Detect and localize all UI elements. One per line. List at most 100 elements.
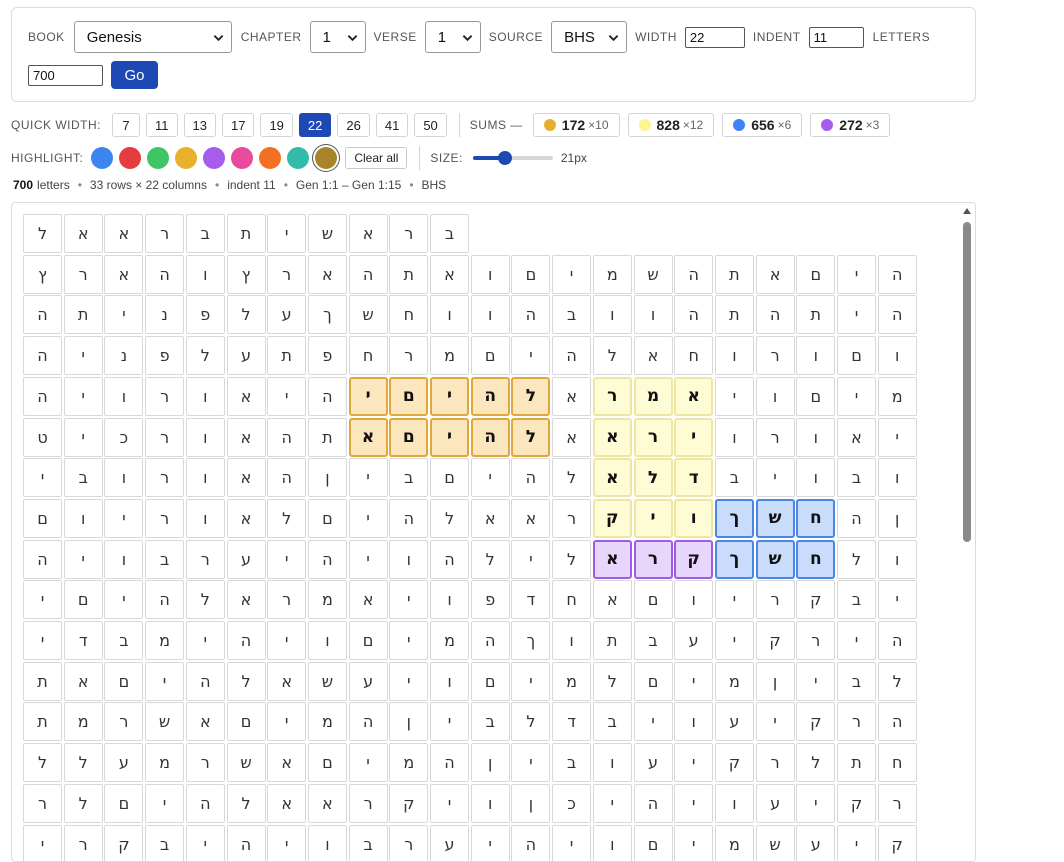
grid-cell[interactable]: ר	[145, 418, 184, 457]
grid-cell[interactable]: מ	[430, 621, 469, 660]
quick-width-button-7[interactable]: 7	[112, 113, 140, 137]
grid-cell[interactable]: א	[593, 458, 632, 497]
grid-cell[interactable]: מ	[64, 702, 103, 741]
grid-cell[interactable]: ק	[715, 743, 754, 782]
grid-cell[interactable]: ם	[634, 580, 673, 619]
grid-cell[interactable]: ר	[145, 214, 184, 253]
grid-cell[interactable]: ל	[593, 336, 632, 375]
grid-cell[interactable]: י	[267, 702, 306, 741]
grid-cell[interactable]: ד	[674, 458, 713, 497]
grid-cell[interactable]: ה	[227, 621, 266, 660]
grid-cell[interactable]: ו	[186, 418, 225, 457]
grid-cell[interactable]: י	[23, 458, 62, 497]
grid-cell[interactable]: ו	[715, 418, 754, 457]
grid-cell[interactable]: י	[552, 255, 591, 294]
grid-cell[interactable]: ק	[796, 580, 835, 619]
grid-cell[interactable]: ם	[430, 458, 469, 497]
grid-cell[interactable]: ל	[593, 662, 632, 701]
grid-cell[interactable]: ו	[471, 784, 510, 823]
quick-width-button-41[interactable]: 41	[376, 113, 408, 137]
grid-cell[interactable]: י	[878, 580, 917, 619]
grid-cell[interactable]: ל	[186, 336, 225, 375]
grid-cell[interactable]: ה	[878, 295, 917, 334]
quick-width-button-26[interactable]: 26	[337, 113, 369, 137]
grid-cell[interactable]: ם	[634, 825, 673, 862]
highlight-color-swatch[interactable]	[175, 147, 197, 169]
grid-cell[interactable]: ם	[634, 662, 673, 701]
grid-cell[interactable]: ו	[796, 336, 835, 375]
grid-cell[interactable]: ר	[878, 784, 917, 823]
grid-cell[interactable]: ת	[837, 743, 876, 782]
grid-cell[interactable]: ב	[64, 458, 103, 497]
grid-cell[interactable]: פ	[145, 336, 184, 375]
grid-cell[interactable]: י	[267, 540, 306, 579]
grid-cell[interactable]: א	[349, 418, 388, 457]
quick-width-button-19[interactable]: 19	[260, 113, 292, 137]
sum-button[interactable]: 656×6	[722, 113, 802, 137]
grid-cell[interactable]: ה	[674, 255, 713, 294]
grid-cell[interactable]: ל	[430, 499, 469, 538]
grid-cell[interactable]: ר	[756, 743, 795, 782]
grid-cell[interactable]: ש	[756, 540, 795, 579]
grid-cell[interactable]: ה	[23, 295, 62, 334]
grid-cell[interactable]: ה	[308, 540, 347, 579]
grid-cell[interactable]: י	[552, 825, 591, 862]
grid-cell[interactable]: י	[674, 662, 713, 701]
grid-cell[interactable]: ם	[64, 580, 103, 619]
slider-thumb[interactable]	[498, 151, 512, 165]
grid-cell[interactable]: ב	[349, 825, 388, 862]
grid-cell[interactable]: ע	[634, 743, 673, 782]
grid-cell[interactable]: א	[552, 377, 591, 416]
grid-cell[interactable]: י	[104, 295, 143, 334]
highlight-color-swatch[interactable]	[91, 147, 113, 169]
grid-cell[interactable]: ץ	[227, 255, 266, 294]
grid-cell[interactable]: פ	[308, 336, 347, 375]
grid-cell[interactable]: ש	[308, 214, 347, 253]
grid-cell[interactable]: ו	[430, 662, 469, 701]
grid-cell[interactable]: ע	[227, 336, 266, 375]
grid-cell[interactable]: ב	[715, 458, 754, 497]
grid-cell[interactable]: ה	[837, 499, 876, 538]
grid-cell[interactable]: ר	[389, 214, 428, 253]
grid-cell[interactable]: ב	[837, 662, 876, 701]
grid-cell[interactable]: י	[349, 499, 388, 538]
grid-cell[interactable]: ל	[837, 540, 876, 579]
grid-cell[interactable]: א	[552, 418, 591, 457]
scroll-up-icon[interactable]	[963, 208, 971, 214]
grid-cell[interactable]: ח	[389, 295, 428, 334]
grid-cell[interactable]: ר	[267, 255, 306, 294]
grid-cell[interactable]: ר	[593, 377, 632, 416]
grid-cell[interactable]: י	[593, 784, 632, 823]
grid-cell[interactable]: ם	[471, 662, 510, 701]
grid-cell[interactable]: ח	[796, 540, 835, 579]
grid-cell[interactable]: י	[104, 499, 143, 538]
grid-cell[interactable]: ר	[634, 540, 673, 579]
grid-cell[interactable]: י	[837, 255, 876, 294]
grid-cell[interactable]: מ	[430, 336, 469, 375]
grid-cell[interactable]: א	[430, 255, 469, 294]
grid-cell[interactable]: א	[186, 702, 225, 741]
grid-cell[interactable]: ם	[349, 621, 388, 660]
grid-cell[interactable]: ם	[471, 336, 510, 375]
grid-cell[interactable]: ל	[64, 784, 103, 823]
grid-cell[interactable]: ו	[308, 621, 347, 660]
grid-cell[interactable]: מ	[308, 702, 347, 741]
grid-cell[interactable]: ל	[552, 540, 591, 579]
grid-cell[interactable]: י	[511, 336, 550, 375]
grid-cell[interactable]: א	[104, 214, 143, 253]
grid-cell[interactable]: ר	[64, 825, 103, 862]
grid-cell[interactable]: ת	[715, 255, 754, 294]
grid-cell[interactable]: א	[511, 499, 550, 538]
highlight-color-swatch[interactable]	[119, 147, 141, 169]
grid-cell[interactable]: ת	[64, 295, 103, 334]
book-select[interactable]: Genesis	[74, 21, 232, 53]
grid-cell[interactable]: י	[349, 377, 388, 416]
grid-cell[interactable]: ר	[267, 580, 306, 619]
grid-cell[interactable]: ן	[756, 662, 795, 701]
grid-cell[interactable]: ר	[389, 825, 428, 862]
grid-cell[interactable]: ם	[389, 418, 428, 457]
grid-cell[interactable]: ר	[64, 255, 103, 294]
grid-cell[interactable]: ו	[756, 377, 795, 416]
grid-cell[interactable]: ך	[511, 621, 550, 660]
grid-cell[interactable]: ש	[756, 825, 795, 862]
